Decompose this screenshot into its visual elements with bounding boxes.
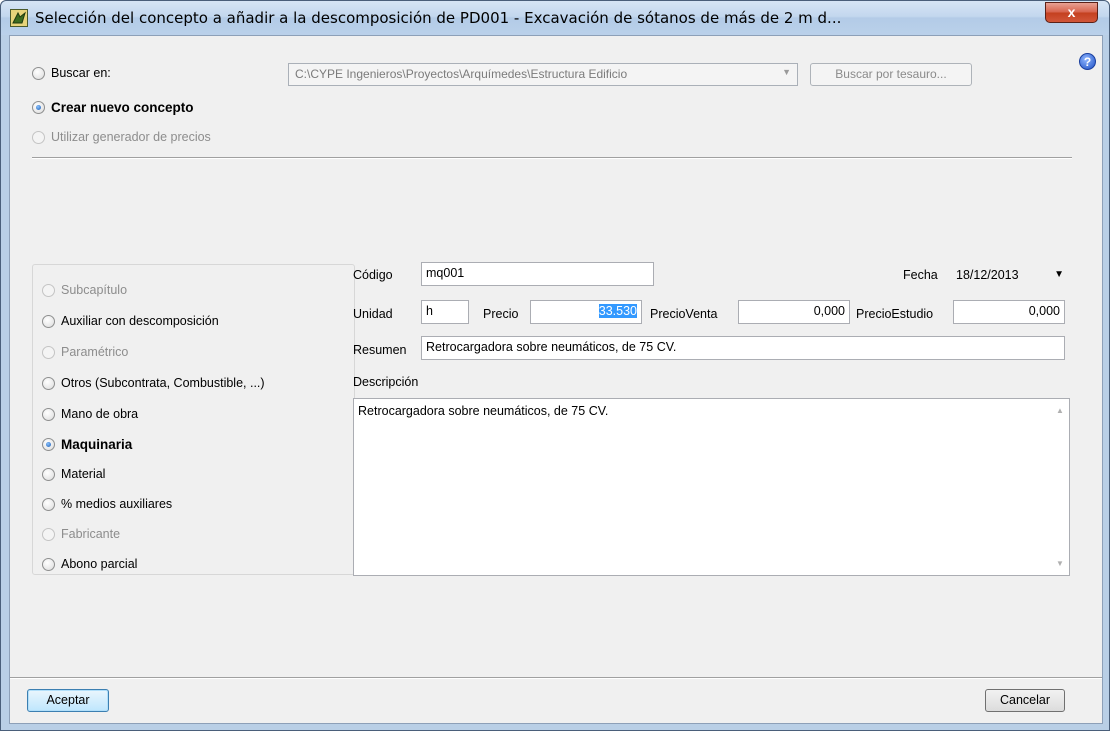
vertical-scrollbar[interactable]: ▲ ▼ (1052, 399, 1069, 575)
separator (32, 157, 1072, 159)
precio-label: Precio (483, 307, 519, 321)
descripcion-textarea[interactable]: Retrocargadora sobre neumáticos, de 75 C… (353, 398, 1070, 576)
precio-venta-field[interactable]: 0,000 (738, 300, 850, 324)
radio-material[interactable]: Material (42, 467, 105, 481)
fecha-value: 18/12/2013 (956, 268, 1019, 282)
radio-buscar-en[interactable]: Buscar en: (32, 66, 111, 80)
dialog-client-area: Buscar en: C:\CYPE Ingenieros\Proyectos\… (9, 35, 1103, 724)
search-path-combo[interactable]: C:\CYPE Ingenieros\Proyectos\Arquímedes\… (288, 63, 798, 86)
radio-label: Paramétrico (61, 345, 129, 359)
radio-button[interactable] (42, 527, 55, 541)
radio-button[interactable] (42, 497, 55, 511)
radio-label: Buscar en: (51, 66, 111, 80)
descripcion-label: Descripción (353, 375, 419, 389)
radio-label: Maquinaria (61, 437, 133, 452)
radio-medios-auxiliares[interactable]: % medios auxiliares (42, 497, 172, 511)
radio-button[interactable] (42, 314, 55, 328)
fecha-picker[interactable]: 18/12/2013 ▼ (953, 264, 1070, 288)
radio-generador-precios[interactable]: Utilizar generador de precios (32, 130, 211, 144)
precio-value: 33.530 (598, 304, 637, 318)
window-title: Selección del concepto a añadir a la des… (35, 9, 842, 27)
radio-parametrico[interactable]: Paramétrico (42, 345, 128, 359)
radio-label: Subcapítulo (61, 283, 128, 297)
chevron-down-icon[interactable]: ▼ (782, 67, 791, 77)
radio-mano-de-obra[interactable]: Mano de obra (42, 407, 138, 421)
chevron-down-icon[interactable]: ▼ (1054, 269, 1064, 280)
aceptar-button[interactable]: Aceptar (27, 689, 109, 712)
radio-button[interactable] (42, 283, 55, 297)
radio-maquinaria[interactable]: Maquinaria (42, 437, 132, 452)
codigo-label: Código (353, 268, 393, 282)
title-bar[interactable]: Selección del concepto a añadir a la des… (1, 1, 1109, 35)
radio-subcapitulo[interactable]: Subcapítulo (42, 283, 127, 297)
radio-button[interactable] (42, 438, 55, 451)
precio-estudio-label: PrecioEstudio (856, 307, 934, 321)
descripcion-text: Retrocargadora sobre neumáticos, de 75 C… (358, 404, 609, 418)
combo-value: C:\CYPE Ingenieros\Proyectos\Arquímedes\… (295, 67, 628, 81)
radio-label: Crear nuevo concepto (51, 100, 194, 115)
close-button[interactable]: x (1045, 2, 1098, 23)
radio-label: Material (61, 467, 106, 481)
precio-venta-label: PrecioVenta (650, 307, 718, 321)
radio-crear-concepto[interactable]: Crear nuevo concepto (32, 100, 194, 115)
radio-button[interactable] (42, 467, 55, 481)
radio-button[interactable] (42, 407, 55, 421)
precio-field[interactable]: 33.530 (530, 300, 642, 324)
radio-label: Abono parcial (61, 557, 138, 571)
radio-label: Otros (Subcontrata, Combustible, ...) (61, 376, 265, 390)
resumen-field[interactable]: Retrocargadora sobre neumáticos, de 75 C… (421, 336, 1065, 360)
scroll-down-icon[interactable]: ▼ (1056, 559, 1064, 568)
radio-button[interactable] (32, 130, 45, 144)
buscar-tesauro-button[interactable]: Buscar por tesauro... (810, 63, 972, 86)
radio-abono-parcial[interactable]: Abono parcial (42, 557, 137, 571)
footer-separator (10, 677, 1102, 679)
app-icon (10, 9, 28, 27)
radio-label: Auxiliar con descomposición (61, 314, 219, 328)
codigo-field[interactable]: mq001 (421, 262, 654, 286)
concept-type-group: Subcapítulo Auxiliar con descomposición … (32, 264, 355, 575)
radio-otros[interactable]: Otros (Subcontrata, Combustible, ...) (42, 376, 265, 390)
radio-label: % medios auxiliares (61, 497, 173, 511)
resumen-label: Resumen (353, 343, 407, 357)
radio-button[interactable] (42, 376, 55, 390)
fecha-label: Fecha (903, 268, 938, 282)
cancelar-button[interactable]: Cancelar (985, 689, 1065, 712)
radio-label: Mano de obra (61, 407, 139, 421)
unidad-field[interactable]: h (421, 300, 469, 324)
radio-button[interactable] (42, 345, 55, 359)
unidad-label: Unidad (353, 307, 393, 321)
radio-button[interactable] (32, 101, 45, 114)
radio-auxiliar[interactable]: Auxiliar con descomposición (42, 314, 219, 328)
radio-fabricante[interactable]: Fabricante (42, 527, 120, 541)
dialog-window: Selección del concepto a añadir a la des… (0, 0, 1110, 731)
radio-label: Fabricante (61, 527, 121, 541)
help-icon[interactable]: ? (1079, 53, 1096, 70)
radio-label: Utilizar generador de precios (51, 130, 211, 144)
precio-estudio-field[interactable]: 0,000 (953, 300, 1065, 324)
radio-button[interactable] (32, 66, 45, 80)
radio-button[interactable] (42, 557, 55, 571)
scroll-up-icon[interactable]: ▲ (1056, 406, 1064, 415)
